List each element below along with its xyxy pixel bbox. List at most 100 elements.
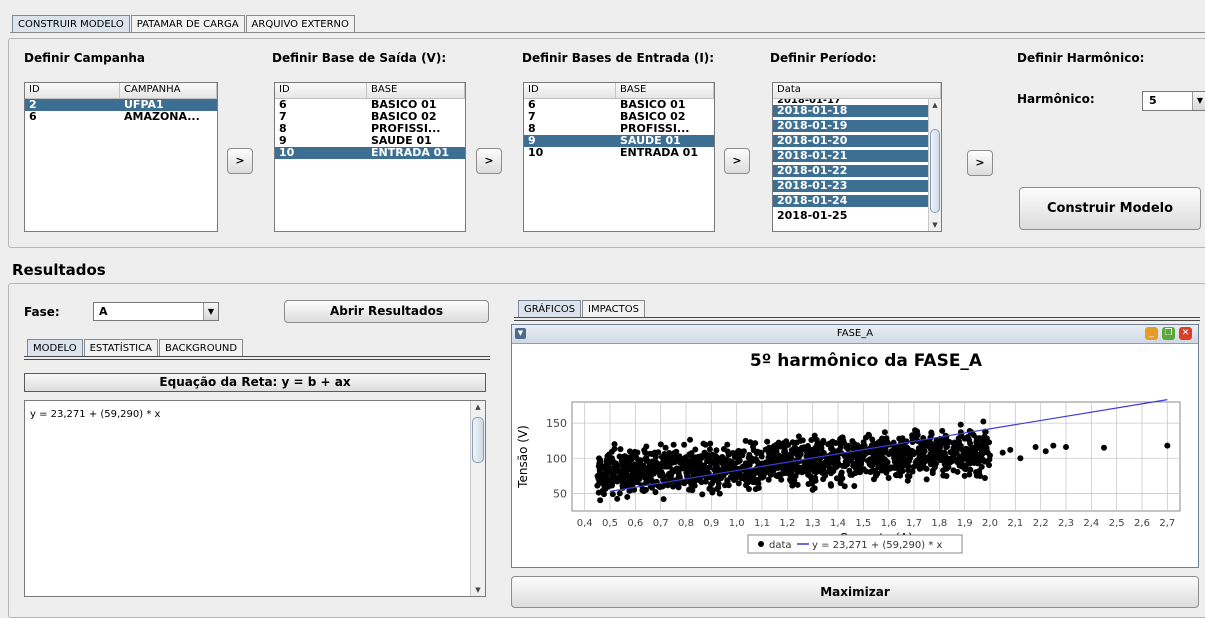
data-point [1050,442,1057,449]
entrada-table-header: ID BASE [524,83,714,99]
harmonico-select[interactable]: 5 ▼ [1142,91,1205,111]
tab-graficos[interactable]: GRÁFICOS [518,300,582,318]
data-point [961,435,968,442]
periodo-table[interactable]: Data 2018-01-17 2018-01-18 2018-01-19 20… [772,82,942,232]
col-base[interactable]: BASE [367,83,465,98]
scrollbar-thumb[interactable] [472,417,484,463]
list-item[interactable]: 2018-01-25 [773,210,928,222]
list-item[interactable]: 2018-01-21 [773,150,928,162]
table-row[interactable]: 9 SAUDE 01 [524,135,714,147]
move-campanha-button[interactable]: > [227,148,253,174]
abrir-resultados-button[interactable]: Abrir Resultados [284,300,489,323]
data-point [742,477,749,484]
data-point [927,439,934,446]
data-point [864,457,871,464]
move-saida-button[interactable]: > [476,148,502,174]
data-point [921,453,928,460]
scroll-down-icon[interactable]: ▼ [471,586,485,594]
minimize-icon[interactable]: _ [1145,327,1158,340]
move-periodo-button[interactable]: > [967,150,993,176]
equation-textarea[interactable]: y = 23,271 + (59,290) * x ▲ ▼ [24,400,486,597]
data-point [642,486,649,493]
restore-icon[interactable]: ❐ [1162,327,1175,340]
chevron-down-icon[interactable]: ▼ [1192,92,1205,110]
tab-arquivo-externo[interactable]: ARQUIVO EXTERNO [245,15,355,33]
scroll-down-icon[interactable]: ▼ [929,221,941,229]
x-tick-label: 1,7 [906,518,922,529]
table-row[interactable]: 6 AMAZONA... [25,111,217,123]
data-point [675,470,682,477]
move-entrada-button[interactable]: > [724,148,750,174]
data-point [939,427,946,434]
campanha-table[interactable]: ID CAMPANHA 2 UFPA1 6 AMAZONA... [24,82,218,232]
data-point [961,472,968,479]
data-point [631,461,638,468]
col-id[interactable]: ID [25,83,120,98]
data-point [699,468,706,475]
data-point [652,489,659,496]
construir-modelo-button[interactable]: Construir Modelo [1019,187,1201,230]
tab-impactos[interactable]: IMPACTOS [582,300,645,318]
fase-select[interactable]: A ▼ [93,302,219,321]
data-point [647,472,654,479]
data-point [837,472,844,479]
frame-menu-icon[interactable]: ▼ [515,328,526,339]
scrollbar-thumb[interactable] [930,129,940,213]
chart-tab-separator [514,317,1200,321]
x-tick-label: 1,6 [881,518,897,529]
chevron-down-icon[interactable]: ▼ [203,303,218,320]
table-row[interactable]: 6 BASICO 01 [524,99,714,111]
tab-patamar-de-carga[interactable]: PATAMAR DE CARGA [130,15,245,33]
y-tick-label: 100 [546,452,567,465]
data-point [643,443,650,450]
col-base[interactable]: BASE [616,83,714,98]
close-icon[interactable]: ✕ [1179,327,1192,340]
table-row[interactable]: 8 PROFISSI... [275,123,465,135]
col-id[interactable]: ID [524,83,616,98]
entrada-table[interactable]: ID BASE 6 BASICO 01 7 BASICO 02 8 PROFISSI.… [523,82,715,232]
x-tick-label: 0,7 [653,518,669,529]
data-point [940,467,947,474]
cell-id: 9 [279,135,287,147]
table-row[interactable]: 10 ENTRADA 01 [275,147,465,159]
frame-titlebar[interactable]: FASE_A ▼ _ ❐ ✕ [512,325,1198,344]
table-row[interactable]: 6 BASICO 01 [275,99,465,111]
list-item[interactable]: 2018-01-22 [773,165,928,177]
data-point [847,471,854,478]
table-row[interactable]: 7 BASICO 02 [275,111,465,123]
result-subtabs: MODELO ESTATÍSTICA BACKGROUND [27,339,244,357]
list-item[interactable]: 2018-01-19 [773,120,928,132]
data-point [1164,442,1171,449]
saida-table[interactable]: ID BASE 6 BASICO 01 7 BASICO 02 8 PROFISSI.… [274,82,466,232]
periodo-scrollbar[interactable]: ▲ ▼ [928,99,941,231]
table-row[interactable]: 9 SAUDE 01 [275,135,465,147]
data-point [986,439,993,446]
col-id[interactable]: ID [275,83,367,98]
tab-estatistica[interactable]: ESTATÍSTICA [83,339,158,357]
data-point [962,462,969,469]
equation-scrollbar[interactable]: ▲ ▼ [470,401,485,596]
scroll-up-icon[interactable]: ▲ [929,101,941,109]
data-point [712,453,719,460]
list-item[interactable]: 2018-01-24 [773,195,928,207]
list-item[interactable]: 2018-01-23 [773,180,928,192]
col-data[interactable]: Data [773,83,941,98]
list-item[interactable]: 2018-01-18 [773,105,928,117]
tab-construir-modelo[interactable]: CONSTRUIR MODELO [12,15,130,33]
data-point [873,472,879,479]
table-row[interactable]: 7 BASICO 02 [524,111,714,123]
data-point [851,483,858,490]
maximizar-button[interactable]: Maximizar [511,576,1199,608]
data-point [966,448,973,455]
table-row[interactable]: 8 PROFISSI... [524,123,714,135]
col-campanha[interactable]: CAMPANHA [120,83,217,98]
tab-modelo[interactable]: MODELO [27,339,83,357]
data-point [713,459,720,466]
table-row[interactable]: 2 UFPA1 [25,99,217,111]
table-row[interactable]: 10 ENTRADA 01 [524,147,714,159]
scroll-up-icon[interactable]: ▲ [471,403,485,411]
tab-background[interactable]: BACKGROUND [158,339,244,357]
list-item[interactable]: 2018-01-20 [773,135,928,147]
data-point [881,429,888,436]
data-point [748,468,755,475]
